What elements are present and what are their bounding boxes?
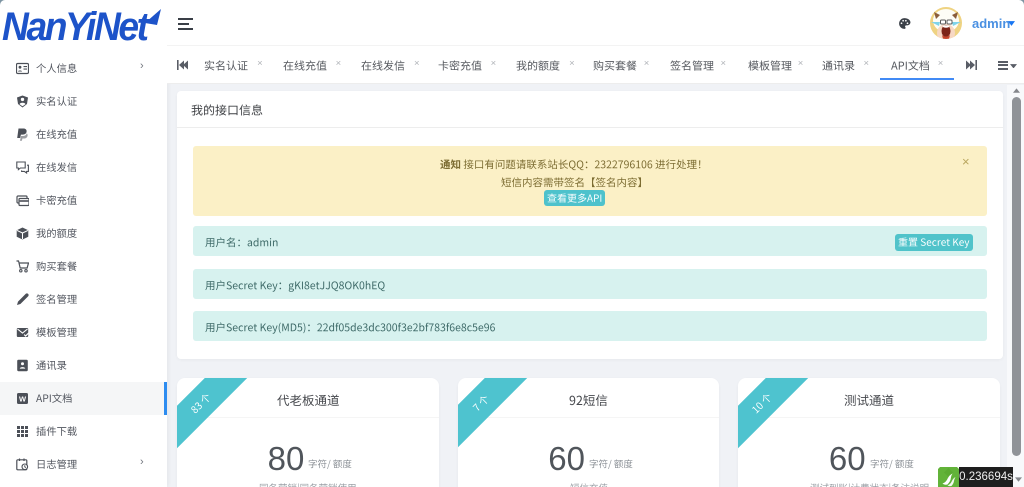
svg-text:W: W (18, 394, 26, 403)
